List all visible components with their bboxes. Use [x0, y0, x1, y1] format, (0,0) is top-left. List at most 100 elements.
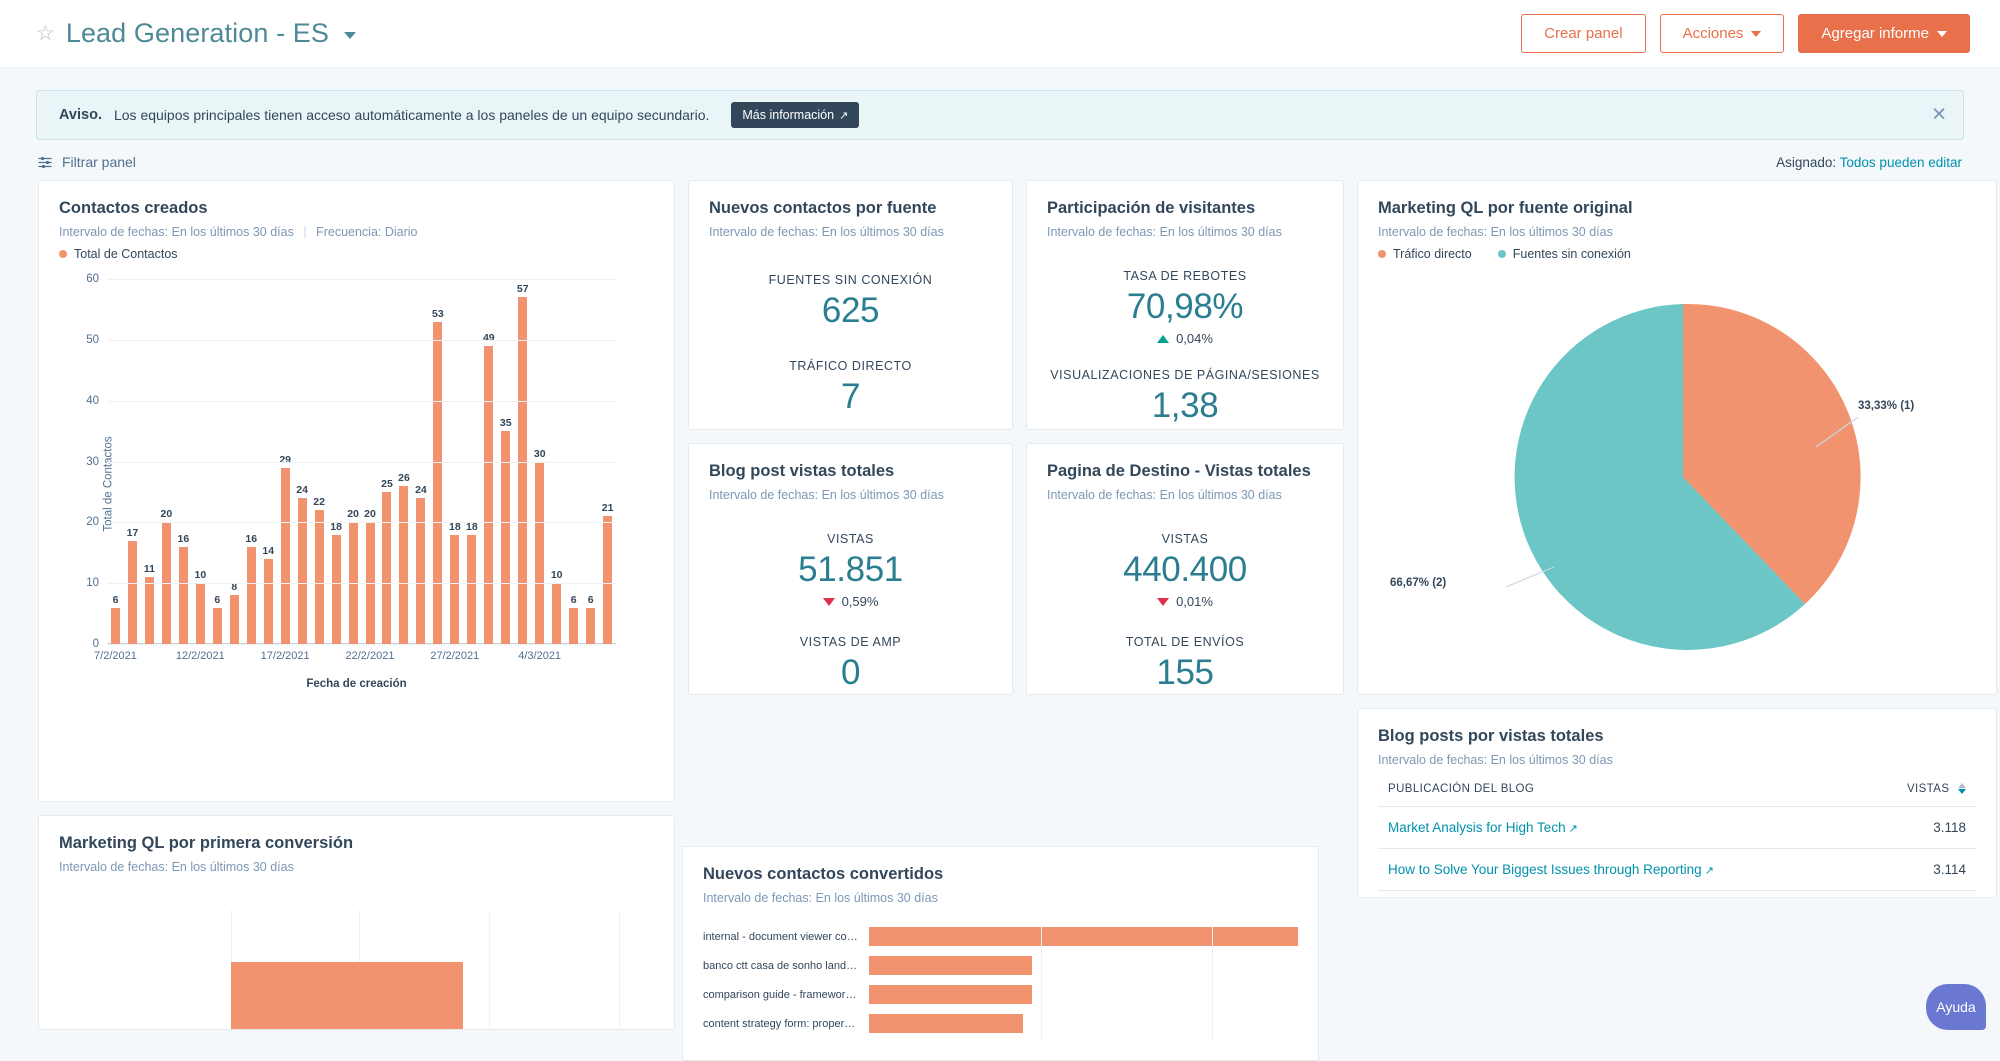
bar-value-label: 53 [432, 308, 444, 320]
help-button[interactable]: Ayuda [1926, 984, 1986, 1030]
card-title: Marketing QL por primera conversión [59, 834, 654, 853]
bar-value-label: 21 [602, 502, 614, 514]
arrow-down-icon [1157, 598, 1169, 606]
x-axis-ticks: 7/2/202112/2/202117/2/202122/2/202127/2/… [107, 650, 616, 666]
x-axis-tick: 4/3/2021 [518, 650, 561, 662]
bar[interactable] [586, 608, 595, 645]
chevron-down-icon[interactable] [344, 32, 356, 39]
bar[interactable] [869, 1014, 1023, 1033]
card-subtitle: Intervalo de fechas: En los últimos 30 d… [59, 225, 654, 239]
bar[interactable] [332, 535, 341, 645]
kpi-vistas-de-amp: VISTAS DE AMP 0 100% [709, 635, 992, 695]
grid-line [107, 340, 616, 341]
bar[interactable] [196, 583, 205, 644]
favorite-star-icon[interactable]: ☆ [36, 23, 55, 44]
kpi-label: VISTAS [1047, 532, 1323, 546]
card-blog-post-vistas-totales: Blog post vistas totales Intervalo de fe… [688, 443, 1013, 695]
column-header-views[interactable]: VISTAS [1865, 783, 1976, 807]
page-title[interactable]: Lead Generation - ES [66, 18, 329, 49]
card-title: Contactos creados [59, 199, 654, 218]
bar[interactable] [128, 541, 137, 644]
hbar-row[interactable]: banco ctt casa de sonho landing: prop... [703, 956, 1298, 975]
bar-value-label: 30 [534, 448, 546, 460]
actions-button[interactable]: Acciones [1660, 14, 1785, 53]
bar[interactable] [501, 431, 510, 644]
bar[interactable] [535, 462, 544, 645]
bar-value-label: 20 [364, 508, 376, 520]
legend-item-trafico-directo[interactable]: Tráfico directo [1378, 247, 1472, 261]
card-title: Participación de visitantes [1047, 199, 1323, 218]
close-icon[interactable]: ✕ [1931, 106, 1947, 125]
bar-value-label: 29 [279, 454, 291, 466]
bar[interactable] [247, 547, 256, 644]
bar[interactable] [869, 956, 1032, 975]
bar[interactable] [179, 547, 188, 644]
bar[interactable] [450, 535, 459, 645]
bar[interactable] [281, 468, 290, 644]
top-bar: ☆ Lead Generation - ES Crear panel Accio… [0, 0, 2000, 68]
y-axis-tick: 10 [86, 577, 99, 589]
card-marketing-ql-primera-conversion: Marketing QL por primera conversión Inte… [38, 815, 675, 1030]
hbar-track [869, 1014, 1298, 1033]
bar[interactable] [552, 583, 561, 644]
horizontal-bar-chart: internal - document viewer communica... b… [703, 927, 1298, 1033]
pie-chart-marketing-ql: 33,33% (1) 66,67% (2) [1378, 267, 1976, 695]
hbar-row[interactable]: comparison guide - framework to choo... [703, 985, 1298, 1004]
bar[interactable] [264, 559, 273, 644]
page-body: Aviso. Los equipos principales tienen ac… [0, 90, 2000, 1030]
filter-dashboard-button[interactable]: Filtrar panel [38, 154, 136, 170]
bar[interactable] [869, 985, 1032, 1004]
cell-post: Market Analysis for High Tech ↗ [1378, 807, 1865, 849]
more-info-button[interactable]: Más información ↗ [731, 102, 859, 128]
table-row: Market Analysis for High Tech ↗3.118 [1378, 807, 1976, 849]
kpi-label: VISUALIZACIONES DE PÁGINA/SESIONES [1047, 368, 1323, 382]
bar[interactable] [399, 486, 408, 644]
bar[interactable] [416, 498, 425, 644]
kpi-label: TASA DE REBOTES [1047, 269, 1323, 283]
bar[interactable] [145, 577, 154, 644]
bar[interactable] [111, 608, 120, 645]
bar[interactable] [467, 535, 476, 645]
bar[interactable] [433, 322, 442, 644]
assigned-value-link[interactable]: Todos pueden editar [1840, 155, 1962, 170]
blog-post-link[interactable]: How to Solve Your Biggest Issues through… [1388, 862, 1714, 877]
grid-column-2: Nuevos contactos por fuente Intervalo de… [688, 180, 1013, 695]
bar[interactable] [230, 595, 239, 644]
bar[interactable] [603, 516, 612, 644]
bar[interactable] [484, 346, 493, 644]
kpi-value: 70,98% [1047, 287, 1323, 327]
x-axis-tick: 22/2/2021 [346, 650, 395, 662]
bar-value-label: 20 [347, 508, 359, 520]
card-title: Pagina de Destino - Vistas totales [1047, 462, 1323, 481]
bar[interactable] [213, 608, 222, 645]
kpi-label: VISTAS DE AMP [709, 635, 992, 649]
bar[interactable] [315, 510, 324, 644]
hbar-track [869, 956, 1298, 975]
bar[interactable] [382, 492, 391, 644]
grid-line [107, 401, 616, 402]
card-subtitle: Intervalo de fechas: En los últimos 30 d… [1047, 225, 1323, 239]
blog-post-link[interactable]: Market Analysis for High Tech ↗ [1388, 820, 1578, 835]
hbar-row[interactable]: content strategy form: property manag... [703, 1014, 1298, 1033]
bar[interactable] [869, 927, 1298, 946]
notice-title: Aviso. [59, 107, 102, 123]
legend-label: Tráfico directo [1393, 247, 1472, 261]
sort-arrows-icon[interactable] [1958, 783, 1966, 794]
bar-value-label: 49 [483, 332, 495, 344]
sort-desc-icon [1958, 789, 1966, 794]
column-header-post[interactable]: PUBLICACIÓN DEL BLOG [1378, 783, 1865, 807]
create-dashboard-button[interactable]: Crear panel [1521, 14, 1645, 53]
hbar-category-label: content strategy form: property manag... [703, 1018, 869, 1030]
hbar-row[interactable]: internal - document viewer communica... [703, 927, 1298, 946]
bar-value-label: 6 [571, 594, 577, 606]
kpi-delta-value: 0,01% [1176, 594, 1213, 609]
card-title: Marketing QL por fuente original [1378, 199, 1976, 218]
kpi-delta-value: 0,59% [842, 594, 879, 609]
legend-item-fuentes-sin-conexion[interactable]: Fuentes sin conexión [1498, 247, 1631, 261]
bar[interactable] [569, 608, 578, 645]
bar[interactable] [298, 498, 307, 644]
hbar-category-label: comparison guide - framework to choo... [703, 989, 869, 1001]
add-report-button[interactable]: Agregar informe [1798, 14, 1970, 53]
bar[interactable] [518, 297, 527, 644]
legend-item[interactable]: Total de Contactos [59, 247, 178, 261]
